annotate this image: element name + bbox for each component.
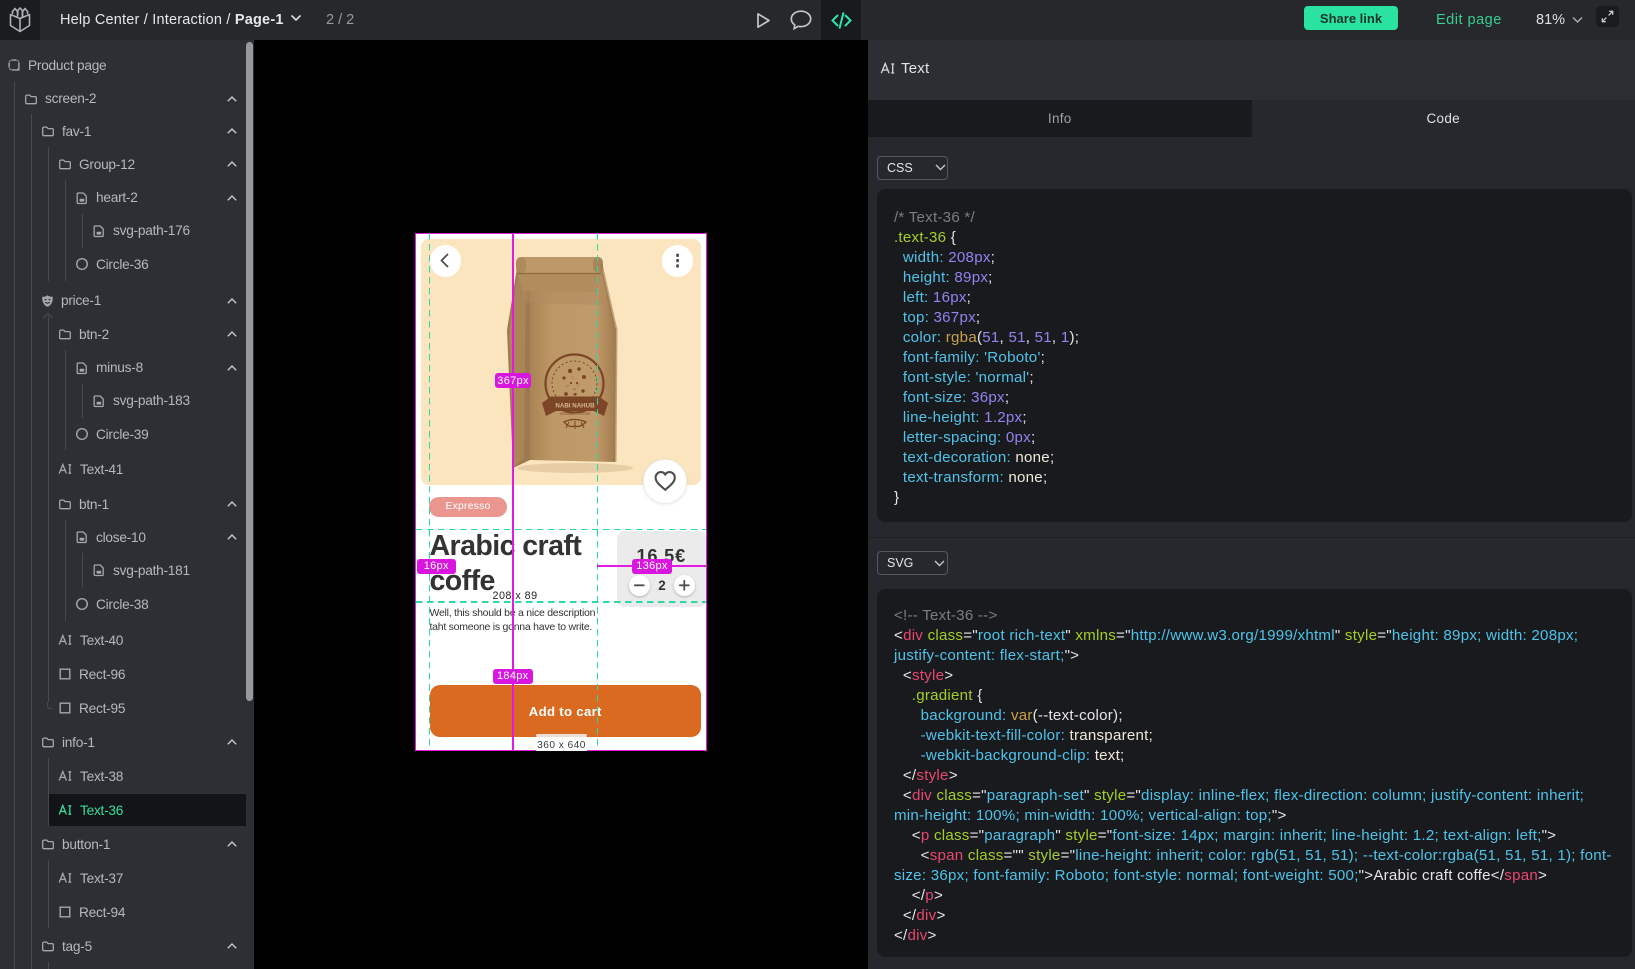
svg-text:NABI NAHUB: NABI NAHUB bbox=[555, 403, 595, 410]
svg-text:ORGANIC COFFEE: ORGANIC COFFEE bbox=[560, 412, 591, 416]
